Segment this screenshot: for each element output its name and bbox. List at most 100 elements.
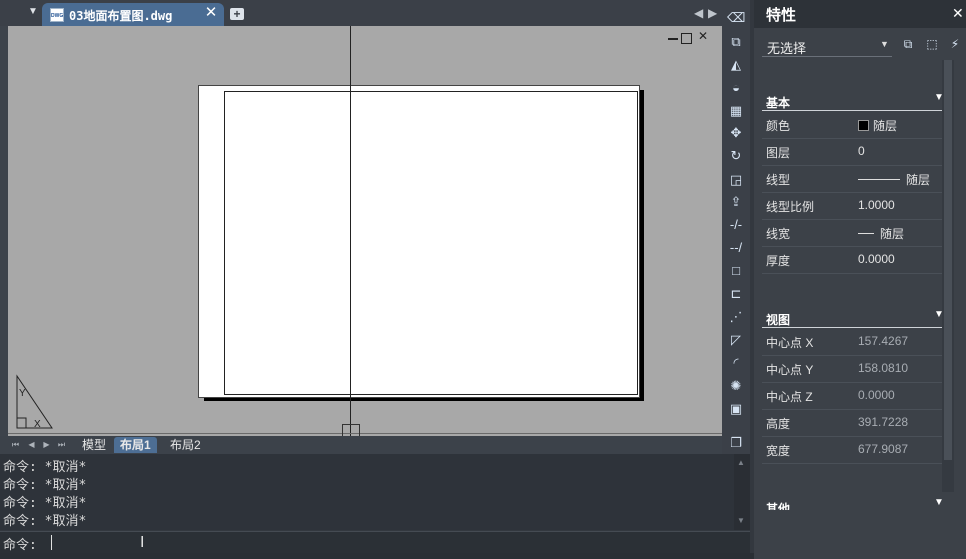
selection-value: 无选择 bbox=[767, 41, 807, 56]
scroll-up-icon[interactable]: ▲ bbox=[737, 458, 745, 467]
text-caret bbox=[51, 535, 52, 550]
scroll-down-icon[interactable]: ▼ bbox=[737, 516, 745, 525]
linetype-sample-icon bbox=[858, 179, 900, 180]
prop-label: 线型 bbox=[766, 173, 791, 187]
close-viewport-icon[interactable]: ✕ bbox=[698, 29, 708, 43]
prop-row-layer[interactable]: 图层 0 bbox=[762, 139, 952, 166]
extend-icon[interactable]: --/ bbox=[727, 239, 745, 257]
close-tab-icon[interactable]: ✕ bbox=[204, 5, 218, 21]
prop-value: 0 bbox=[858, 144, 865, 158]
prop-value: 391.7228 bbox=[858, 415, 909, 429]
properties-match-icon[interactable]: ▣ bbox=[727, 400, 745, 418]
prop-row-color[interactable]: 颜色 随层 bbox=[762, 112, 952, 139]
section-basic-header[interactable]: 基本 ▼ bbox=[762, 92, 952, 111]
command-scrollbar[interactable]: ▲ ▼ bbox=[734, 454, 750, 530]
prop-value: 随层 bbox=[858, 225, 904, 242]
last-layout-icon[interactable]: ⏭ bbox=[56, 439, 67, 450]
layout-tab-bar: ⏮ ◀ ▶ ⏭ 模型 布局1 布局2 bbox=[0, 436, 722, 454]
prop-row-thickness[interactable]: 厚度 0.0000 bbox=[762, 247, 952, 274]
layer-icon[interactable]: ❐ bbox=[727, 434, 745, 452]
command-line[interactable]: 命令: I bbox=[0, 531, 750, 554]
close-panel-icon[interactable]: ✕ bbox=[952, 5, 964, 22]
first-layout-icon[interactable]: ⏮ bbox=[10, 439, 21, 450]
svg-text:Y: Y bbox=[19, 388, 26, 399]
prop-label: 线宽 bbox=[766, 227, 791, 241]
trim-icon[interactable]: -/- bbox=[727, 216, 745, 234]
properties-title-bar: 特性 ✕ bbox=[754, 0, 966, 28]
prop-label: 图层 bbox=[766, 146, 791, 160]
prop-label: 颜色 bbox=[766, 119, 791, 133]
mirror-icon[interactable]: ◭ bbox=[727, 56, 745, 74]
break-icon[interactable]: □ bbox=[727, 262, 745, 280]
rotate-icon[interactable]: ↻ bbox=[727, 147, 745, 165]
crosshair-vertical bbox=[350, 26, 351, 436]
explode-icon[interactable]: ✺ bbox=[727, 377, 745, 395]
tab-layout1[interactable]: 布局1 bbox=[114, 437, 157, 453]
tab-list-dropdown-icon[interactable]: ▼ bbox=[28, 7, 38, 17]
section-other-header[interactable]: 其他 ▼ bbox=[762, 494, 952, 510]
collapse-icon: ▼ bbox=[934, 497, 944, 508]
tab-model[interactable]: 模型 bbox=[76, 437, 112, 453]
prop-row-center-x[interactable]: 中心点 X 157.4267 bbox=[762, 329, 952, 356]
prop-row-width[interactable]: 宽度 677.9087 bbox=[762, 437, 952, 464]
ibeam-cursor-icon: I bbox=[140, 534, 145, 551]
restore-viewport-icon[interactable] bbox=[681, 33, 692, 44]
prop-value: 158.0810 bbox=[858, 361, 909, 375]
new-tab-button[interactable]: + bbox=[230, 8, 244, 20]
chevron-down-icon: ▼ bbox=[880, 39, 889, 49]
viewport-frame[interactable] bbox=[224, 91, 638, 395]
command-history: 命令: *取消* 命令: *取消* 命令: *取消* 命令: *取消* bbox=[0, 454, 734, 530]
selection-dropdown[interactable]: 无选择 ▼ bbox=[762, 36, 892, 57]
tab-layout2[interactable]: 布局2 bbox=[164, 437, 207, 453]
section-title: 基本 bbox=[766, 96, 791, 110]
document-tab[interactable]: DWG 03地面布置图.dwg ✕ bbox=[42, 3, 224, 26]
blend-icon[interactable]: ◜ bbox=[727, 354, 745, 372]
fillet-icon[interactable]: ◸ bbox=[727, 331, 745, 349]
eraser-icon[interactable]: ⌫ bbox=[727, 9, 745, 27]
prop-row-linetype[interactable]: 线型 随层 bbox=[762, 166, 952, 193]
next-layout-icon[interactable]: ▶ bbox=[41, 439, 52, 450]
drawing-canvas[interactable]: ✕ Y X bbox=[8, 26, 722, 442]
array-icon[interactable]: ▦ bbox=[727, 102, 745, 120]
svg-text:X: X bbox=[34, 419, 41, 430]
prop-value: 677.9087 bbox=[858, 442, 909, 456]
scroll-right-icon[interactable]: ▶ bbox=[708, 6, 717, 20]
stretch-icon[interactable]: ⇪ bbox=[727, 193, 745, 211]
prop-value: 0.0000 bbox=[858, 252, 895, 266]
paper-space-ucs-icon: Y X bbox=[16, 374, 53, 430]
prop-row-height[interactable]: 高度 391.7228 bbox=[762, 410, 952, 437]
copy-icon[interactable]: ⧉ bbox=[727, 33, 745, 51]
prop-label: 中心点 Y bbox=[766, 363, 814, 377]
minimize-viewport-icon[interactable] bbox=[668, 35, 678, 40]
lineweight-sample-icon bbox=[858, 233, 874, 234]
prop-value: 随层 bbox=[858, 117, 897, 134]
prop-row-lineweight[interactable]: 线宽 随层 bbox=[762, 220, 952, 247]
color-swatch-icon bbox=[858, 120, 869, 131]
properties-panel: 特性 ✕ 无选择 ▼ ⧉ ⬚ ⚡ 基本 ▼ 颜色 随层 图层 0 线型 随层 线… bbox=[754, 0, 966, 559]
document-tab-label: 03地面布置图.dwg bbox=[69, 9, 173, 23]
prev-layout-icon[interactable]: ◀ bbox=[26, 439, 37, 450]
scroll-thumb[interactable] bbox=[944, 60, 952, 460]
properties-scrollbar[interactable] bbox=[942, 60, 954, 492]
prop-label: 中心点 X bbox=[766, 336, 814, 350]
prop-value: 1.0000 bbox=[858, 198, 895, 212]
prop-row-center-y[interactable]: 中心点 Y 158.0810 bbox=[762, 356, 952, 383]
document-tab-bar: ▼ DWG 03地面布置图.dwg ✕ + ◀ ▶ bbox=[0, 0, 722, 26]
command-history-line: 命令: *取消* bbox=[3, 514, 87, 529]
join-icon[interactable]: ⊏ bbox=[727, 285, 745, 303]
select-objects-icon[interactable]: ⬚ bbox=[924, 36, 940, 52]
prop-row-center-z[interactable]: 中心点 Z 0.0000 bbox=[762, 383, 952, 410]
section-title: 其他 bbox=[766, 502, 791, 510]
prop-label: 高度 bbox=[766, 417, 791, 431]
toggle-pickadd-icon[interactable]: ⧉ bbox=[900, 36, 916, 52]
dwg-file-icon: DWG bbox=[50, 8, 64, 22]
section-view-header[interactable]: 视图 ▼ bbox=[762, 309, 952, 328]
scroll-left-icon[interactable]: ◀ bbox=[694, 6, 703, 20]
quick-select-icon[interactable]: ⚡ bbox=[947, 36, 963, 52]
crosshair-horizontal bbox=[8, 433, 722, 434]
offset-icon[interactable]: ◒ bbox=[727, 79, 745, 97]
scale-icon[interactable]: ◲ bbox=[727, 171, 745, 189]
prop-row-ltscale[interactable]: 线型比例 1.0000 bbox=[762, 193, 952, 220]
move-icon[interactable]: ✥ bbox=[727, 124, 745, 142]
chamfer-icon[interactable]: ⋰ bbox=[727, 308, 745, 326]
